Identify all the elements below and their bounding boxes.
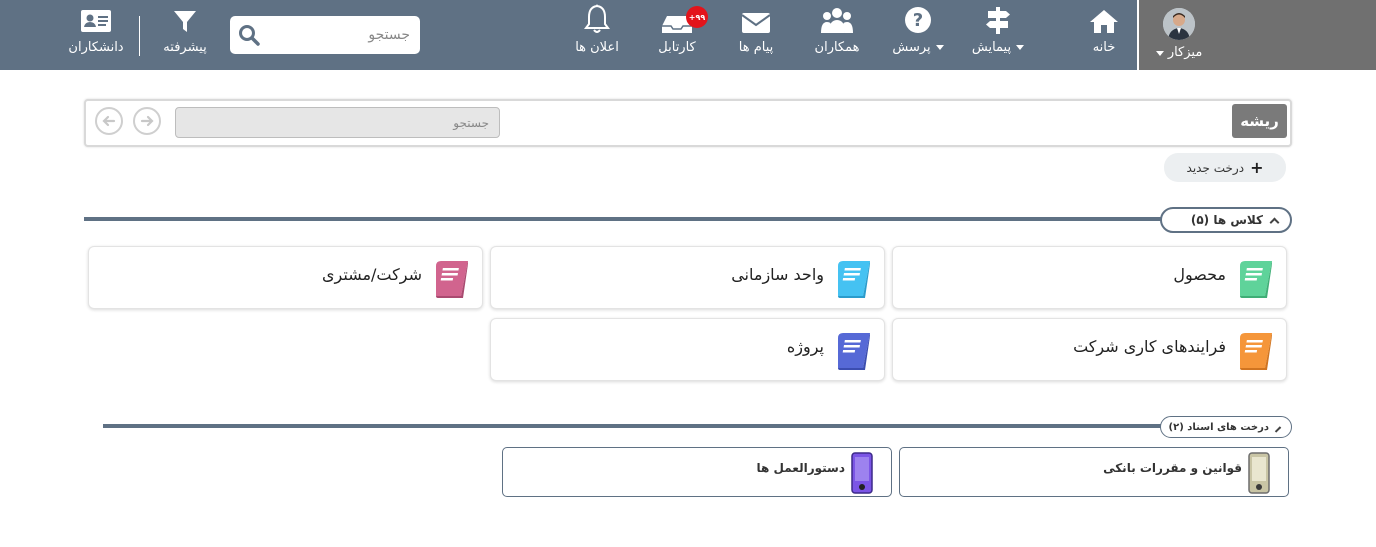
navbar-separator	[139, 16, 140, 56]
users-icon	[820, 0, 854, 34]
doc-tree-label: دستورالعمل ها	[756, 461, 845, 475]
nav-question-label: پرسش	[892, 40, 931, 55]
breadcrumb-search	[175, 107, 500, 138]
book-icon	[1240, 261, 1272, 298]
back-button[interactable]	[95, 107, 123, 135]
new-tree-label: درخت جدید	[1186, 160, 1245, 175]
book-icon	[1240, 333, 1272, 370]
plus-icon: +	[1250, 158, 1264, 177]
search-icon[interactable]	[238, 24, 260, 50]
search-input[interactable]	[280, 23, 410, 47]
class-card-label: واحد سازمانی	[731, 265, 824, 284]
classes-section-title: کلاس ها (۵)	[1190, 213, 1263, 227]
nav-messages-label: پیام ها	[738, 40, 774, 55]
nav-scholars[interactable]: دانشکاران	[66, 0, 126, 70]
navbar-search	[230, 16, 420, 54]
classes-divider	[84, 217, 1164, 221]
class-card-org-unit[interactable]: واحد سازمانی	[490, 246, 885, 309]
nav-cartable-label: کارتابل	[658, 40, 696, 55]
class-card-project[interactable]: پروژه	[490, 318, 885, 381]
home-icon	[1088, 0, 1120, 34]
nav-notifications[interactable]: اعلان ها	[570, 0, 624, 70]
breadcrumb-root-button[interactable]: ریشه	[1232, 104, 1287, 138]
nav-colleagues-label: همکاران	[814, 40, 860, 55]
arrow-left-icon	[102, 115, 116, 127]
nav-advanced-label: پیشرفته	[163, 40, 207, 55]
class-card-business-process[interactable]: فرایندهای کاری شرکت	[892, 318, 1287, 381]
breadcrumb-search-input[interactable]	[176, 108, 499, 137]
forward-button[interactable]	[133, 107, 161, 135]
docs-section-toggle[interactable]: درخت های اسناد (۲)	[1160, 416, 1292, 438]
nav-colleagues[interactable]: همکاران	[810, 0, 864, 70]
cartable-badge: ۹۹+	[686, 6, 708, 28]
user-avatar[interactable]	[1163, 8, 1195, 40]
book-icon	[838, 261, 870, 298]
class-card-label: پروژه	[786, 337, 824, 356]
chevron-up-icon	[1274, 425, 1282, 433]
nav-question[interactable]: ? پرسش	[888, 0, 948, 70]
doc-tree-label: قوانین و مقررات بانکی	[1103, 461, 1242, 475]
filter-icon	[172, 0, 198, 34]
class-card-label: فرایندهای کاری شرکت	[1073, 337, 1226, 356]
class-card-product[interactable]: محصول	[892, 246, 1287, 309]
mobile-doc-icon	[851, 452, 873, 494]
class-card-company[interactable]: شرکت/مشتری	[88, 246, 483, 309]
workspace-label: میزکار	[1167, 45, 1203, 60]
chevron-up-icon	[1269, 217, 1280, 227]
nav-messages[interactable]: پیام ها	[734, 0, 778, 70]
book-icon	[436, 261, 468, 298]
mobile-doc-icon	[1248, 452, 1270, 494]
signpost-icon	[984, 0, 1012, 34]
class-card-label: محصول	[1173, 265, 1226, 284]
caret-down-icon	[935, 45, 944, 50]
id-card-icon	[80, 0, 112, 34]
nav-survey[interactable]: پیمایش	[966, 0, 1030, 70]
caret-down-icon	[1016, 45, 1025, 50]
docs-divider	[103, 424, 1163, 428]
nav-advanced[interactable]: پیشرفته	[158, 0, 212, 70]
classes-section-toggle[interactable]: کلاس ها (۵)	[1160, 207, 1292, 233]
envelope-icon	[741, 0, 771, 34]
nav-survey-label: پیمایش	[971, 40, 1012, 55]
bell-icon	[584, 0, 610, 34]
nav-notifications-label: اعلان ها	[575, 40, 619, 55]
nav-home[interactable]: خانه	[1080, 0, 1128, 70]
svg-text:?: ?	[913, 10, 923, 31]
nav-home-label: خانه	[1092, 40, 1116, 55]
book-icon	[838, 333, 870, 370]
user-divider	[1137, 0, 1139, 70]
question-icon: ?	[904, 0, 932, 34]
doc-tree-instructions[interactable]: دستورالعمل ها	[502, 447, 892, 497]
caret-down-icon	[1155, 51, 1164, 56]
workspace-menu[interactable]: میزکار	[1150, 45, 1208, 60]
doc-tree-banking-rules[interactable]: قوانین و مقررات بانکی	[899, 447, 1289, 497]
arrow-right-icon	[140, 115, 154, 127]
nav-scholars-label: دانشکاران	[68, 40, 124, 55]
docs-section-title: درخت های اسناد (۲)	[1168, 421, 1269, 433]
new-tree-button[interactable]: + درخت جدید	[1164, 153, 1286, 182]
class-card-label: شرکت/مشتری	[322, 265, 422, 284]
